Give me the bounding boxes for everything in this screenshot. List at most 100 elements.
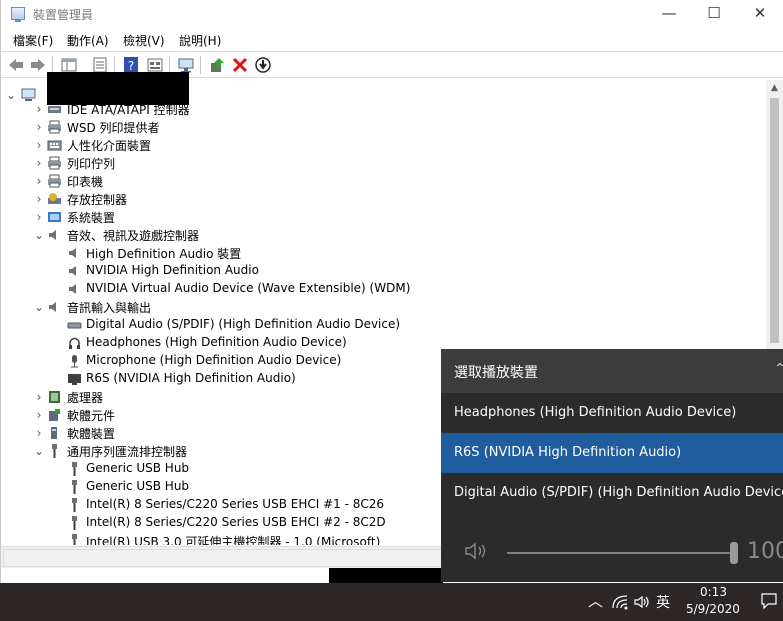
screen: 裝置管理員 — ☐ ✕ 檔案(F) 動作(A) 檢視(V) 說明(H) ? ⌄ … [0, 0, 783, 621]
chevron-up-icon[interactable]: ︿ [588, 590, 603, 611]
chevron-right-icon[interactable]: › [33, 100, 45, 118]
menu-help[interactable]: 說明(H) [179, 32, 221, 49]
menu-bar: 檔案(F) 動作(A) 檢視(V) 說明(H) [1, 29, 783, 50]
speaker-volume-icon[interactable] [463, 540, 491, 562]
speaker-icon [69, 248, 76, 258]
clock-time[interactable]: 0:13 [700, 585, 727, 599]
scroll-up-arrow-icon[interactable]: ▲ [766, 80, 783, 97]
window-title: 裝置管理員 [33, 8, 94, 22]
processor-icon [49, 391, 60, 403]
ime-indicator[interactable]: 英 [656, 592, 670, 612]
device-manager-app-icon [11, 7, 25, 22]
tree-node-storage[interactable]: › 存放控制器 [33, 190, 533, 208]
microphone-icon [71, 355, 78, 368]
back-arrow-icon[interactable] [7, 56, 25, 74]
chevron-right-icon[interactable]: › [33, 424, 45, 442]
background-window-strip [329, 568, 443, 583]
tree-label: Microphone (High Definition Audio Device… [86, 353, 342, 367]
tree-node-child[interactable]: NVIDIA Virtual Audio Device (Wave Extens… [67, 280, 567, 298]
tree-label: 處理器 [67, 391, 104, 405]
usb-icon [72, 480, 77, 494]
printer-icon [48, 174, 61, 188]
svg-text:?: ? [128, 59, 134, 73]
tree-node-child[interactable]: Digital Audio (S/PDIF) (High Definition … [67, 316, 567, 334]
playback-option[interactable]: Digital Audio (S/PDIF) (High Definition … [441, 473, 783, 513]
toolbar-separator [200, 56, 201, 74]
tree-node-print-queue[interactable]: › 列印佇列 [33, 154, 533, 172]
flyout-header[interactable]: 選取播放裝置 ⌃ [441, 349, 783, 393]
tree-label: NVIDIA Virtual Audio Device (Wave Extens… [86, 281, 411, 295]
volume-icon[interactable] [633, 594, 651, 610]
tree-label: Generic USB Hub [86, 461, 190, 475]
notification-icon[interactable] [760, 592, 778, 610]
menu-action[interactable]: 動作(A) [67, 32, 109, 49]
chevron-right-icon[interactable]: › [33, 208, 45, 226]
tree-label: NVIDIA High Definition Audio [86, 263, 259, 277]
close-button[interactable]: ✕ [737, 0, 783, 28]
printer-icon [48, 156, 61, 170]
tree-label: Generic USB Hub [86, 479, 190, 493]
chevron-down-icon[interactable]: ⌄ [33, 226, 45, 244]
chevron-right-icon[interactable]: › [33, 406, 45, 424]
tree-label: Digital Audio (S/PDIF) (High Definition … [86, 317, 401, 331]
flyout-title: 選取播放裝置 [454, 365, 538, 381]
chevron-down-icon[interactable]: ⌄ [33, 442, 45, 460]
tree-node-child[interactable]: High Definition Audio 裝置 [67, 244, 567, 262]
software-component-icon [49, 409, 60, 421]
tree-label: 通用序列匯流排控制器 [67, 445, 188, 459]
tree-node-hid[interactable]: › 人性化介面裝置 [33, 136, 533, 154]
playback-device-flyout: 選取播放裝置 ⌃ Headphones (High Definition Aud… [441, 349, 783, 582]
digital-audio-icon [67, 322, 82, 329]
maximize-button[interactable]: ☐ [691, 0, 737, 28]
system-device-icon [48, 212, 61, 222]
playback-option[interactable]: Headphones (High Definition Audio Device… [441, 393, 783, 433]
speaker-icon [69, 284, 76, 294]
speaker-icon [49, 302, 56, 312]
tree-node-audio-io[interactable]: ⌄ 音訊輸入與輸出 [33, 298, 533, 316]
volume-slider-thumb[interactable] [730, 542, 738, 564]
uninstall-icon[interactable] [231, 56, 249, 74]
usb-icon [72, 498, 77, 512]
tree-node-wsd[interactable]: › WSD 列印提供者 [33, 118, 533, 136]
update-driver-icon[interactable] [208, 56, 226, 74]
volume-slider-track[interactable] [507, 552, 737, 554]
keyboard-icon [47, 140, 62, 151]
tree-node-printers[interactable]: › 印表機 [33, 172, 533, 190]
tree-node-sound-video[interactable]: ⌄ 音效、視訊及遊戲控制器 [33, 226, 533, 244]
minimize-button[interactable]: — [646, 0, 692, 28]
forward-arrow-icon[interactable] [29, 56, 47, 74]
usb-icon [52, 444, 57, 458]
software-device-icon [51, 427, 57, 439]
title-bar[interactable]: 裝置管理員 — ☐ ✕ [1, 0, 783, 28]
chevron-right-icon[interactable]: › [33, 172, 45, 190]
tree-node-system[interactable]: › 系統裝置 [33, 208, 533, 226]
chevron-right-icon[interactable]: › [33, 388, 45, 406]
chevron-right-icon[interactable]: › [33, 154, 45, 172]
tree-label: R6S (NVIDIA High Definition Audio) [86, 371, 296, 385]
clock-date[interactable]: 5/9/2020 [686, 602, 740, 616]
chevron-down-icon[interactable]: ⌄ [5, 86, 17, 104]
network-icon[interactable] [611, 594, 629, 610]
volume-value: 100 [747, 539, 783, 564]
chevron-up-icon[interactable]: ⌃ [774, 361, 783, 377]
scroll-thumb[interactable] [770, 98, 779, 343]
tree-node-child[interactable]: NVIDIA High Definition Audio [67, 262, 567, 280]
chevron-right-icon[interactable]: › [33, 190, 45, 208]
chevron-right-icon[interactable]: › [33, 118, 45, 136]
monitor-icon [68, 374, 81, 385]
chevron-right-icon[interactable]: › [33, 136, 45, 154]
storage-controller-icon [48, 193, 61, 204]
menu-view[interactable]: 檢視(V) [123, 32, 165, 49]
menu-file[interactable]: 檔案(F) [13, 32, 53, 49]
usb-icon [72, 462, 77, 476]
tree-label: 軟體裝置 [67, 427, 116, 441]
tree-label: Intel(R) 8 Series/C220 Series USB EHCI #… [86, 515, 386, 529]
disable-icon[interactable] [254, 56, 272, 74]
tree-label: WSD 列印提供者 [67, 121, 160, 135]
tree-label: 印表機 [67, 175, 104, 189]
printer-icon [48, 120, 61, 134]
headphones-icon [69, 337, 80, 349]
chevron-down-icon[interactable]: ⌄ [33, 298, 45, 316]
playback-option-selected[interactable]: R6S (NVIDIA High Definition Audio) [441, 433, 783, 473]
taskbar: ︿ 英 0:13 5/9/2020 [0, 583, 783, 621]
